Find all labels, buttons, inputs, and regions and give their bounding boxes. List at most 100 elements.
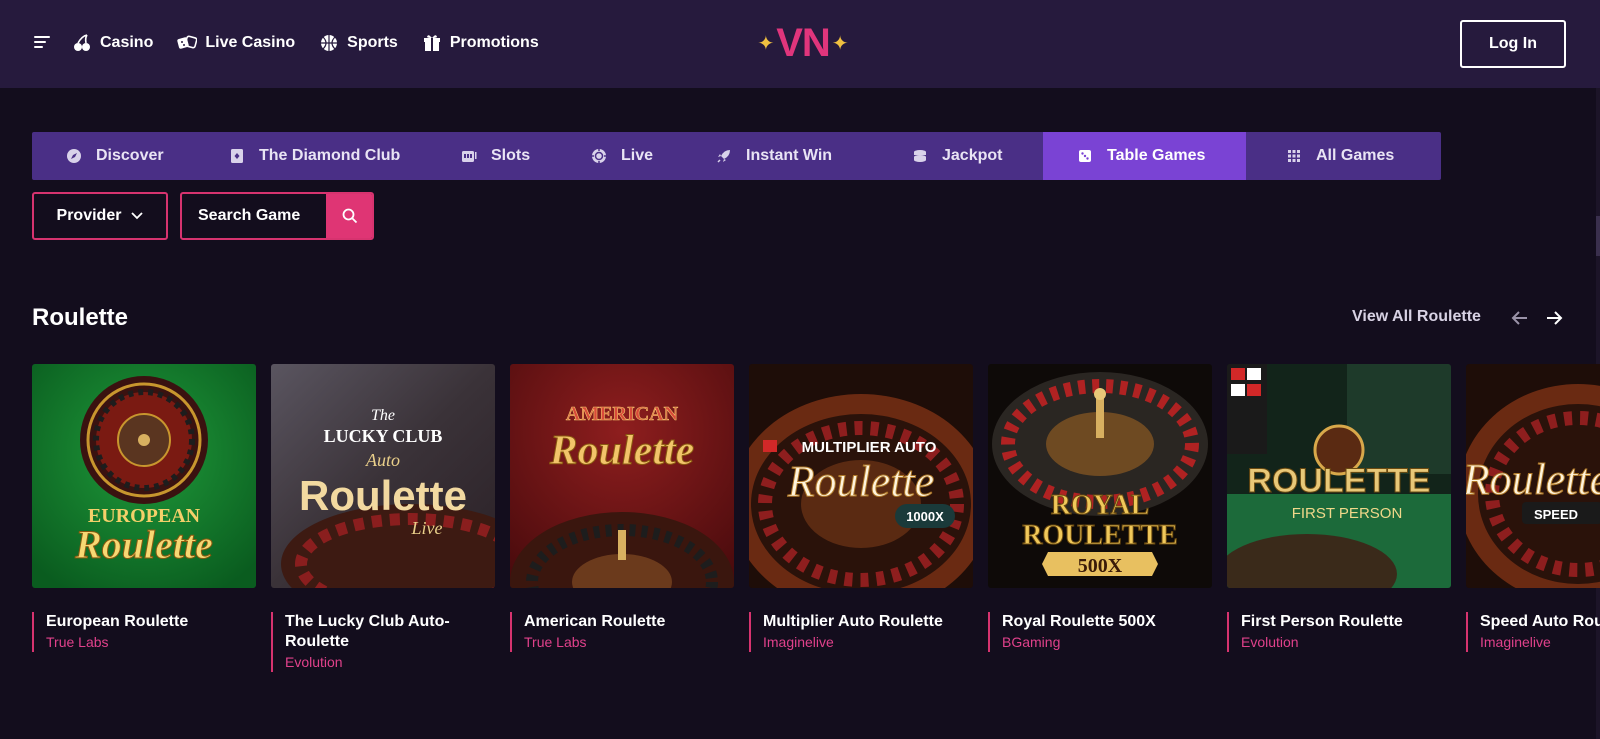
nav-casino[interactable]: Casino	[72, 30, 153, 56]
tab-discover[interactable]: Discover	[32, 132, 205, 180]
games-carousel: EUROPEAN Roulette European Roulette True…	[32, 364, 1600, 684]
nav-live-casino-label: Live Casino	[205, 34, 296, 51]
game-name[interactable]: First Person Roulette	[1241, 612, 1451, 632]
tab-jackpot-label: Jackpot	[942, 147, 1003, 164]
menu-icon[interactable]	[34, 36, 50, 50]
nav-sports-label: Sports	[347, 34, 398, 51]
game-name[interactable]: The Lucky Club Auto-Roulette	[285, 612, 495, 652]
art-text: Roulette	[74, 522, 213, 567]
nav-sports[interactable]: Sports	[319, 30, 398, 56]
tab-table-games-label: Table Games	[1107, 147, 1206, 164]
nav-live-casino[interactable]: Live Casino	[177, 30, 295, 56]
game-thumbnail[interactable]: ROULETTE FIRST PERSON	[1227, 364, 1451, 588]
gift-icon	[423, 35, 440, 51]
art-text: 1000X	[906, 509, 944, 524]
game-name[interactable]: European Roulette	[46, 612, 256, 632]
game-art: MULTIPLIER AUTO Roulette 1000X	[749, 364, 973, 588]
tab-discover-label: Discover	[96, 147, 164, 164]
game-card[interactable]: AMERICAN Roulette American Roulette True…	[510, 364, 734, 652]
site-logo[interactable]: ✦ VN ✦	[757, 20, 849, 66]
game-provider[interactable]: True Labs	[46, 632, 256, 652]
nav-promotions-label: Promotions	[449, 34, 539, 51]
cherry-icon	[74, 34, 90, 51]
tab-diamond-club-label: The Diamond Club	[259, 147, 401, 164]
game-card[interactable]: ROYAL ROULETTE 500X Royal Roulette 500X …	[988, 364, 1212, 652]
game-art: ROYAL ROULETTE 500X	[988, 364, 1212, 588]
tab-instant-win[interactable]: Instant Win	[696, 132, 880, 180]
art-text: SPEED	[1534, 507, 1578, 522]
tab-jackpot[interactable]: Jackpot	[880, 132, 1043, 180]
game-card[interactable]: ROULETTE FIRST PERSON First Person Roule…	[1227, 364, 1451, 652]
search-icon	[342, 208, 358, 224]
top-nav: Casino Live Casino Sports Promotions	[72, 30, 539, 56]
game-art: EUROPEAN Roulette	[32, 364, 256, 588]
art-text: Roulette	[1466, 455, 1600, 504]
tab-slots[interactable]: Slots	[437, 132, 569, 180]
coins-icon	[914, 150, 926, 162]
ball-icon	[321, 35, 338, 51]
game-art: AMERICAN Roulette	[510, 364, 734, 588]
game-art: The LUCKY CLUB Auto Roulette Live	[271, 364, 495, 588]
tab-all-games-label: All Games	[1316, 147, 1395, 164]
arrow-right-icon[interactable]	[1544, 308, 1564, 328]
game-thumbnail[interactable]: MULTIPLIER AUTO Roulette 1000X	[749, 364, 973, 588]
game-thumbnail[interactable]: EUROPEAN Roulette	[32, 364, 256, 588]
nav-casino-label: Casino	[100, 34, 154, 51]
game-thumbnail[interactable]: AMERICAN Roulette	[510, 364, 734, 588]
art-text: The	[371, 407, 395, 424]
game-info: The Lucky Club Auto-Roulette Evolution	[271, 612, 495, 672]
game-thumbnail[interactable]: The LUCKY CLUB Auto Roulette Live	[271, 364, 495, 588]
grid-icon	[1288, 150, 1300, 162]
game-card[interactable]: Roulette SPEED Speed Auto Roulette Imagi…	[1466, 364, 1600, 652]
art-text: ROULETTE	[1247, 462, 1430, 500]
chevron-down-icon	[131, 212, 144, 220]
game-provider[interactable]: True Labs	[524, 632, 734, 652]
view-all-link[interactable]: View All Roulette	[1352, 308, 1481, 326]
dice-icon	[177, 35, 198, 49]
search-button[interactable]	[326, 194, 372, 238]
game-art: Roulette SPEED	[1466, 364, 1600, 588]
provider-label: Provider	[56, 207, 122, 224]
slot-machine-icon	[462, 151, 477, 162]
tab-diamond-club[interactable]: The Diamond Club	[205, 132, 437, 180]
game-provider[interactable]: Evolution	[1241, 632, 1451, 652]
dice-icon	[1079, 150, 1091, 162]
art-text: Roulette	[787, 457, 935, 506]
game-info: Royal Roulette 500X BGaming	[988, 612, 1212, 652]
game-provider[interactable]: Imaginelive	[1480, 632, 1600, 652]
game-name[interactable]: American Roulette	[524, 612, 734, 632]
game-info: First Person Roulette Evolution	[1227, 612, 1451, 652]
game-card[interactable]: The LUCKY CLUB Auto Roulette Live The Lu…	[271, 364, 495, 672]
game-provider[interactable]: BGaming	[1002, 632, 1212, 652]
art-text: AMERICAN	[566, 403, 679, 425]
game-info: Multiplier Auto Roulette Imaginelive	[749, 612, 973, 652]
art-text: ROULETTE	[1022, 520, 1178, 551]
arrow-left-icon[interactable]	[1510, 308, 1530, 328]
star-icon: ✦	[831, 32, 849, 55]
game-name[interactable]: Speed Auto Roulette	[1480, 612, 1600, 632]
scrollbar-thumb[interactable]	[1596, 216, 1600, 256]
tab-all-games[interactable]: All Games	[1246, 132, 1422, 180]
game-card[interactable]: EUROPEAN Roulette European Roulette True…	[32, 364, 256, 652]
tab-table-games[interactable]: Table Games	[1043, 132, 1246, 180]
game-name[interactable]: Royal Roulette 500X	[1002, 612, 1212, 632]
art-text: Live	[411, 518, 443, 538]
game-provider[interactable]: Evolution	[285, 652, 495, 672]
tab-live[interactable]: Live	[569, 132, 696, 180]
art-text: 500X	[1078, 555, 1123, 577]
nav-promotions[interactable]: Promotions	[422, 30, 539, 56]
compass-icon	[67, 149, 81, 163]
login-button[interactable]: Log In	[1460, 20, 1566, 68]
game-provider[interactable]: Imaginelive	[763, 632, 973, 652]
tab-live-label: Live	[621, 147, 654, 164]
game-name[interactable]: Multiplier Auto Roulette	[763, 612, 973, 632]
game-thumbnail[interactable]: Roulette SPEED	[1466, 364, 1600, 588]
card-icon	[231, 149, 243, 163]
search-box	[180, 192, 374, 240]
site-header: Casino Live Casino Sports Promotions ✦ V…	[0, 0, 1600, 88]
game-card[interactable]: MULTIPLIER AUTO Roulette 1000X Multiplie…	[749, 364, 973, 652]
provider-dropdown[interactable]: Provider	[32, 192, 168, 240]
game-info: American Roulette True Labs	[510, 612, 734, 652]
game-thumbnail[interactable]: ROYAL ROULETTE 500X	[988, 364, 1212, 588]
search-input[interactable]	[182, 194, 326, 238]
